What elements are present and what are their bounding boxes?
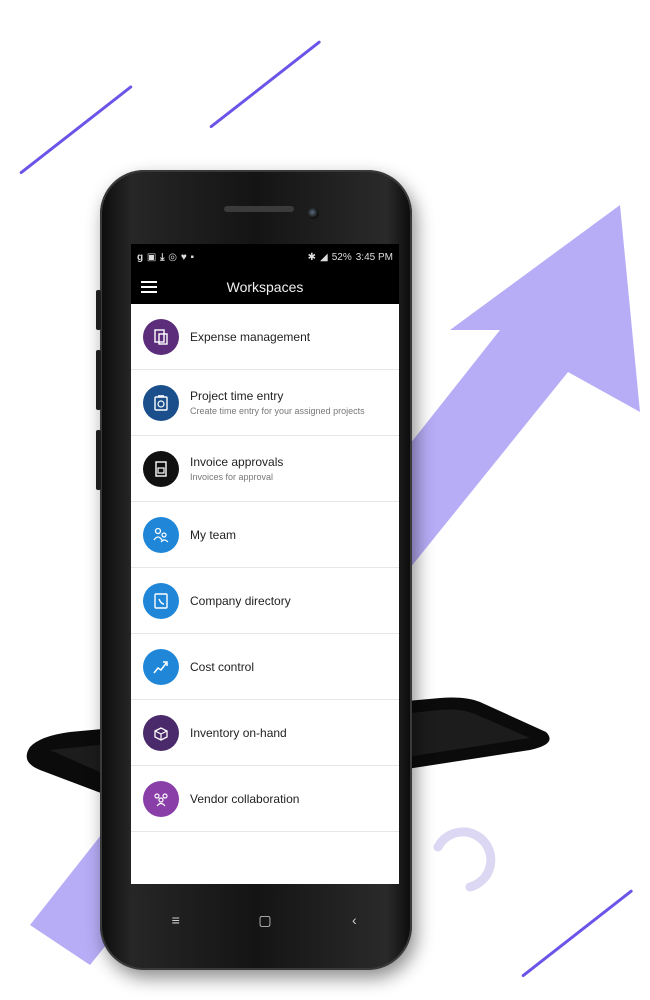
workspace-item[interactable]: Project time entry Create time entry for … (131, 370, 399, 436)
invoice-icon (143, 450, 179, 487)
recent-apps-icon[interactable]: ≡ (156, 912, 196, 928)
phone-screen: g ▣ ⤓ ◎ ♥ ▪ ✱ ◢ 52% 3:45 PM Workspaces E… (131, 244, 399, 884)
workspace-text: Invoice approvals Invoices for approval (190, 455, 283, 482)
workspace-title: Inventory on-hand (190, 725, 287, 740)
workspace-title: Company directory (190, 593, 291, 608)
workspace-text: Cost control (190, 660, 254, 674)
page-title: Workspaces (226, 279, 304, 295)
workspace-subtitle: Create time entry for your assigned proj… (190, 406, 365, 416)
speaker-grille (224, 206, 294, 212)
app-bar: Workspaces (131, 270, 399, 304)
phone-device: g ▣ ⤓ ◎ ♥ ▪ ✱ ◢ 52% 3:45 PM Workspaces E… (96, 170, 412, 970)
workspace-text: Expense management (190, 330, 310, 344)
workspace-text: Vendor collaboration (190, 792, 299, 806)
directory-icon (143, 582, 179, 619)
android-nav-bar: ≡ ▢ ‹ (131, 900, 399, 940)
workspace-title: My team (190, 527, 237, 542)
receipt-icon (143, 318, 179, 355)
back-icon[interactable]: ‹ (334, 912, 374, 928)
workspace-item[interactable]: My team (131, 502, 399, 568)
bluetooth-icon: ✱ (307, 251, 317, 263)
team-icon (143, 516, 179, 553)
workspace-text: My team (190, 528, 236, 542)
workspace-title: Vendor collaboration (190, 791, 300, 806)
battery-level: 52% (331, 251, 352, 263)
front-camera (308, 208, 319, 219)
boxes-icon (143, 714, 179, 751)
workspace-item[interactable]: Invoice approvals Invoices for approval (131, 436, 399, 502)
people-icon (143, 780, 179, 817)
system-status: ✱ ◢ 52% 3:45 PM (308, 252, 393, 263)
home-icon[interactable]: ▢ (245, 912, 285, 929)
clock: 3:45 PM (355, 251, 393, 263)
workspace-item[interactable]: Inventory on-hand (131, 700, 399, 766)
workspace-text: Inventory on-hand (190, 726, 287, 740)
volume-button (96, 290, 101, 330)
workspace-list: Expense management Project time entry Crea… (131, 304, 399, 832)
marketing-canvas: g ▣ ⤓ ◎ ♥ ▪ ✱ ◢ 52% 3:45 PM Workspaces E… (0, 0, 650, 1000)
workspace-text: Company directory (190, 594, 291, 608)
workspace-item[interactable]: Vendor collaboration (131, 766, 399, 832)
status-bar: g ▣ ⤓ ◎ ♥ ▪ ✱ ◢ 52% 3:45 PM (131, 244, 399, 270)
workspace-title: Cost control (190, 659, 255, 674)
workspace-item[interactable]: Expense management (131, 304, 399, 370)
spinner-graphic (433, 827, 496, 892)
workspace-title: Invoice approvals (190, 455, 284, 469)
workspace-item[interactable]: Company directory (131, 568, 399, 634)
workspace-title: Project time entry (190, 389, 284, 403)
timesheet-icon (143, 384, 179, 421)
menu-icon[interactable] (141, 281, 157, 293)
workspace-item[interactable]: Cost control (131, 634, 399, 700)
workspace-subtitle: Invoices for approval (190, 472, 274, 482)
notification-icons: g ▣ ⤓ ◎ ♥ ▪ (137, 251, 195, 263)
volume-button (96, 350, 101, 410)
chart-icon (143, 648, 179, 685)
workspace-title: Expense management (190, 329, 311, 344)
signal-icon: ◢ (320, 251, 328, 263)
workspace-text: Project time entry Create time entry for … (190, 389, 365, 416)
power-button (96, 430, 101, 490)
